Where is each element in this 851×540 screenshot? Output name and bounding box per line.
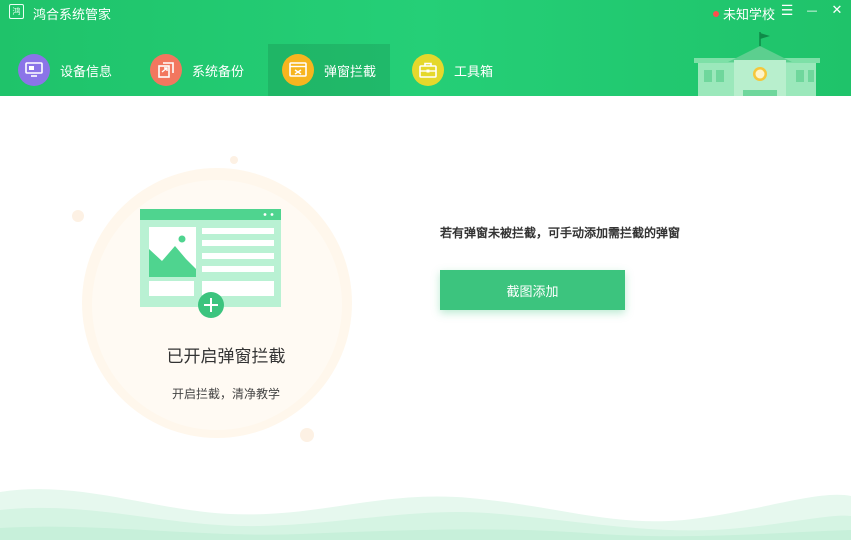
status-title: 已开启弹窗拦截 [166,347,286,367]
tab-toolbox[interactable]: 工具箱 [394,44,514,96]
status-subtitle: 开启拦截，清净教学 [171,387,280,401]
system-backup-icon [150,54,182,86]
tab-system-backup[interactable]: 系统备份 [132,44,268,96]
title-bar: 鸿 鸿合系统管家 未知学校 ☰ — ✕ [0,0,851,24]
bottom-wave-decoration [0,489,851,540]
decor-dot [230,156,238,164]
toolbox-icon [412,54,444,86]
decor-dot [300,428,314,442]
app-title: 鸿合系统管家 [33,8,112,23]
status-dot-icon [713,10,719,17]
school-building-icon [694,32,820,96]
popup-window-illustration-icon [140,209,281,318]
header-bar: 鸿 鸿合系统管家 未知学校 ☰ — ✕ 设备信息 系统备份 弹窗拦截 工具箱 [0,0,851,96]
school-status[interactable]: 未知学校 [713,4,775,23]
popup-block-icon [282,54,314,86]
menu-icon[interactable]: ☰ [778,2,796,20]
tab-label: 弹窗拦截 [324,64,377,80]
decor-dot [72,210,84,222]
close-button[interactable]: ✕ [828,2,846,20]
tab-popup-block[interactable]: 弹窗拦截 [268,44,390,96]
device-info-icon [18,54,50,86]
screenshot-add-button[interactable]: 截图添加 [440,270,625,310]
minimize-button[interactable]: — [803,2,821,20]
tab-device-info[interactable]: 设备信息 [0,44,137,96]
school-name: 未知学校 [723,8,776,23]
manual-add-hint: 若有弹窗未被拦截，可手动添加需拦截的弹窗 [440,226,681,240]
main-tabs: 设备信息 系统备份 弹窗拦截 工具箱 [0,44,700,96]
tab-label: 设备信息 [60,64,113,80]
tab-label: 工具箱 [454,64,494,80]
tab-label: 系统备份 [192,64,245,80]
app-logo-icon: 鸿 [9,4,24,19]
